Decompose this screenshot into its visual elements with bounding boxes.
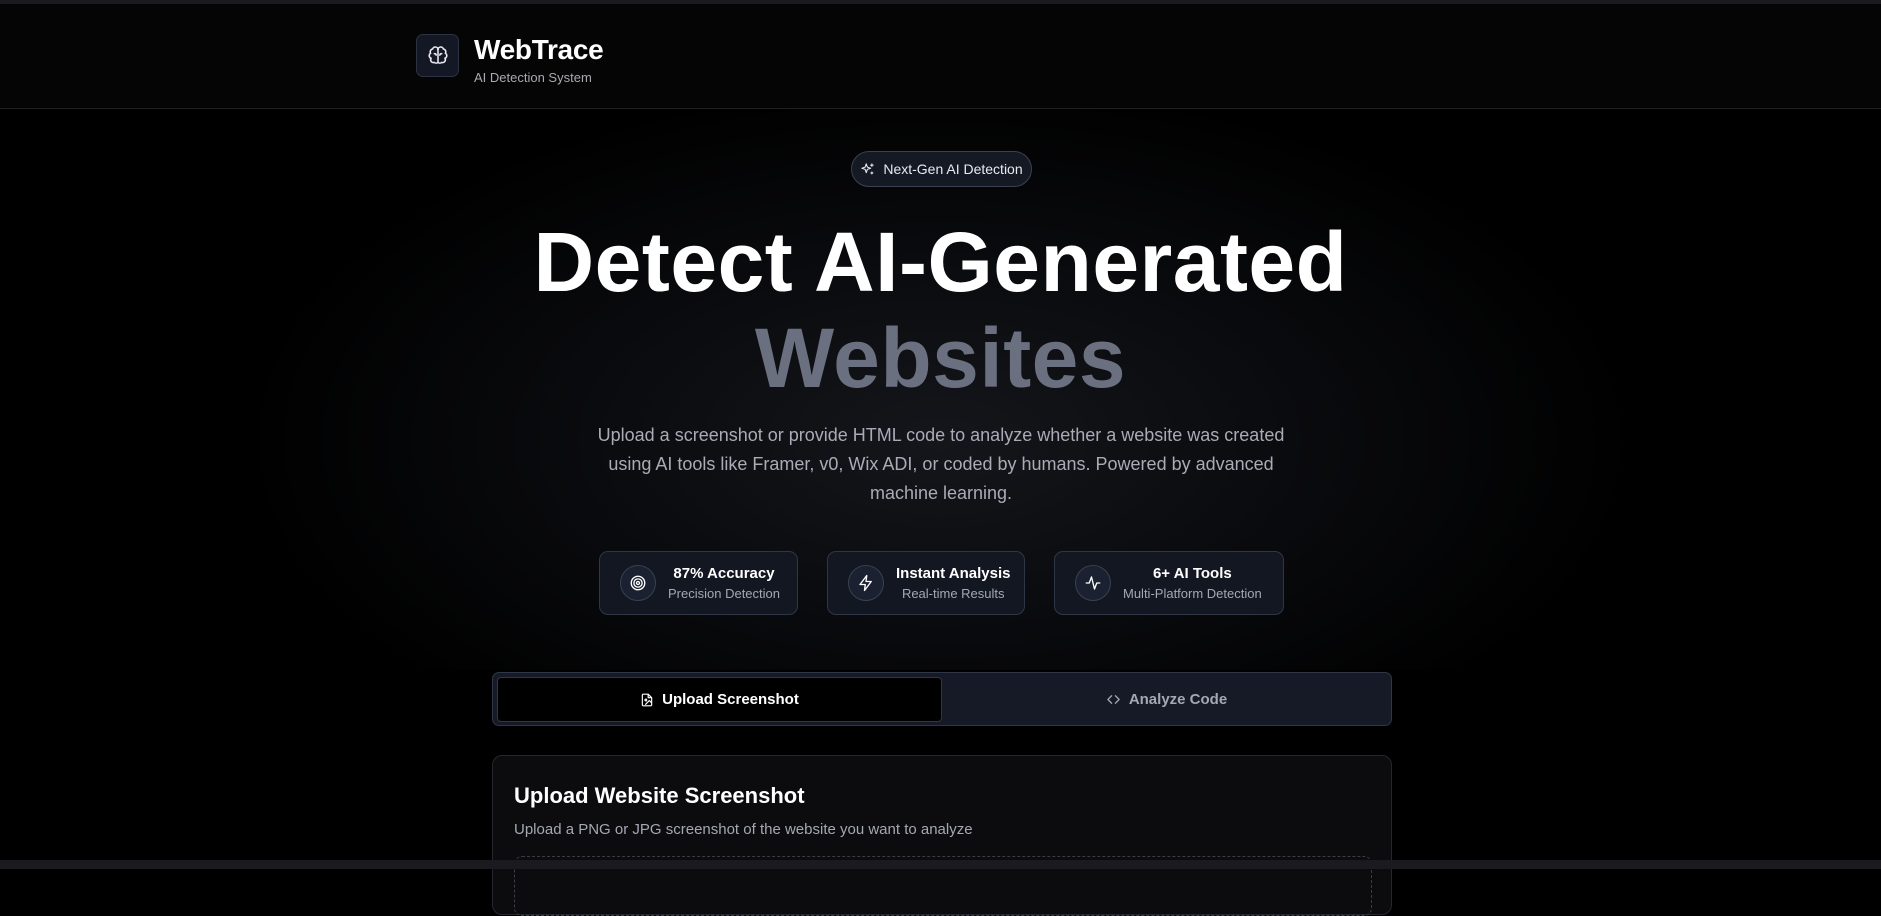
stat-title: 6+ AI Tools [1153,564,1232,584]
tab-label: Analyze Code [1129,691,1227,708]
stat-card-instant: Instant Analysis Real-time Results [827,551,1025,615]
lightning-icon [848,565,884,601]
tab-label: Upload Screenshot [662,691,799,708]
stat-title: Instant Analysis [896,564,1010,584]
hero-title-line1: Detect AI-Generated [0,212,1881,312]
logo[interactable] [416,34,459,77]
activity-icon [1075,565,1111,601]
stat-subtitle: Multi-Platform Detection [1123,585,1262,603]
hero-title-line2: Websites [0,308,1881,408]
mode-tabs: Upload Screenshot Analyze Code [492,672,1392,726]
brand-subtitle: AI Detection System [474,70,592,85]
upload-card: Upload Website Screenshot Upload a PNG o… [492,755,1392,915]
code-icon [1106,692,1121,707]
brain-icon [427,45,449,67]
sparkles-icon [860,162,875,177]
target-icon [620,565,656,601]
hero-badge-label: Next-Gen AI Detection [883,161,1022,177]
hero-description: Upload a screenshot or provide HTML code… [590,421,1292,508]
upload-card-title: Upload Website Screenshot [514,783,805,809]
site-header: WebTrace AI Detection System [0,4,1881,109]
tab-analyze-code[interactable]: Analyze Code [944,677,1389,722]
brand-title[interactable]: WebTrace [474,34,603,66]
stat-subtitle: Real-time Results [902,585,1005,603]
hero-badge: Next-Gen AI Detection [851,151,1032,187]
stat-subtitle: Precision Detection [668,585,780,603]
file-image-icon [640,693,654,707]
bottom-border [0,860,1881,869]
tab-upload-screenshot[interactable]: Upload Screenshot [497,677,942,722]
stat-title: 87% Accuracy [673,564,774,584]
stat-card-tools: 6+ AI Tools Multi-Platform Detection [1054,551,1284,615]
upload-card-subtitle: Upload a PNG or JPG screenshot of the we… [514,821,973,838]
stat-card-accuracy: 87% Accuracy Precision Detection [599,551,798,615]
